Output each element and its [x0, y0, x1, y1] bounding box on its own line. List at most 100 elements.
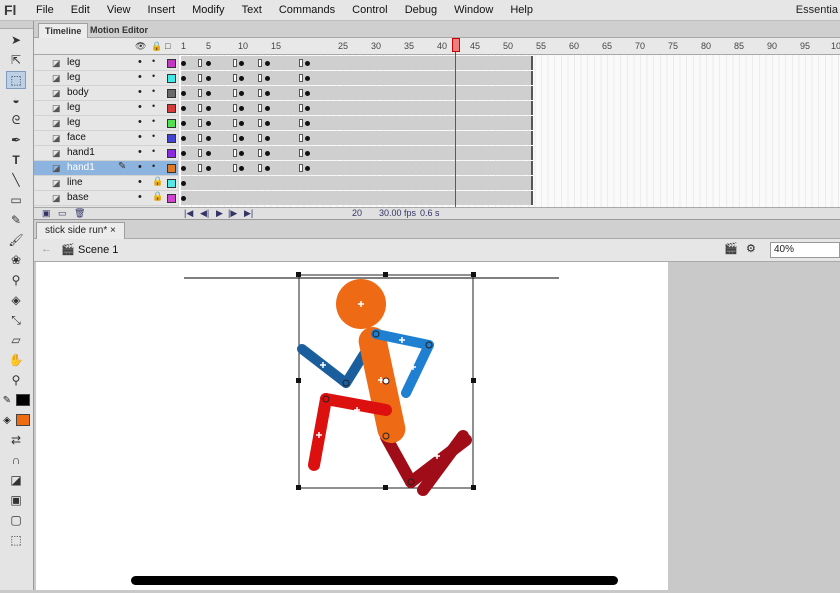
layer-color-swatch[interactable]	[167, 164, 176, 173]
lock-icon[interactable]: 🔒	[151, 41, 162, 52]
layer-color-swatch[interactable]	[167, 194, 176, 203]
keyframe[interactable]	[181, 76, 186, 81]
stage[interactable]	[36, 262, 668, 590]
keyframe[interactable]	[181, 121, 186, 126]
keyframe[interactable]	[305, 91, 310, 96]
keyframe[interactable]	[305, 61, 310, 66]
keyframe[interactable]	[305, 166, 310, 171]
bone-tool-icon[interactable]: ⚲	[6, 271, 26, 289]
layer-color-swatch[interactable]	[167, 179, 176, 188]
visibility-dot[interactable]: •	[138, 131, 142, 143]
delete-layer-icon[interactable]: 🗑	[74, 208, 85, 219]
rectangle-tool-icon[interactable]: ▭	[6, 191, 26, 209]
pen-tool-icon[interactable]: ✒	[6, 131, 26, 149]
menu-file[interactable]: File	[36, 4, 54, 16]
keyframe[interactable]	[206, 121, 211, 126]
keyframe[interactable]	[265, 61, 270, 66]
layer-row[interactable]: ◪ face • •	[34, 131, 178, 146]
keyframe[interactable]	[239, 166, 244, 171]
visibility-dot[interactable]: •	[138, 191, 142, 203]
lock-dot[interactable]: •	[152, 161, 155, 171]
frame-span[interactable]	[181, 191, 533, 205]
frame-span[interactable]	[181, 116, 533, 130]
keyframe[interactable]	[239, 121, 244, 126]
visibility-dot[interactable]: •	[138, 86, 142, 98]
edit-symbols-icon[interactable]: ⚙	[746, 242, 756, 255]
keyframe[interactable]	[206, 166, 211, 171]
visibility-dot[interactable]: •	[138, 161, 142, 173]
keyframe[interactable]	[239, 151, 244, 156]
smooth-icon[interactable]: ◪	[6, 471, 26, 489]
eye-icon[interactable]: 👁	[135, 41, 146, 52]
layer-row[interactable]: ◪ hand1 • •	[34, 146, 178, 161]
keyframe[interactable]	[305, 151, 310, 156]
layer-color-swatch[interactable]	[167, 104, 176, 113]
frame-span[interactable]	[181, 146, 533, 160]
visibility-dot[interactable]: •	[138, 116, 142, 128]
layer-row[interactable]: ◪ leg • •	[34, 71, 178, 86]
keyframe[interactable]	[181, 151, 186, 156]
layer-row-selected[interactable]: ◪ hand1 ✎ • •	[34, 161, 178, 176]
menu-debug[interactable]: Debug	[405, 4, 437, 16]
edit-scene-icon[interactable]: 🎬	[724, 242, 738, 255]
stroke-color-swatch[interactable]	[16, 394, 30, 406]
keyframe[interactable]	[239, 61, 244, 66]
3d-rotation-tool-icon[interactable]: ◒	[6, 91, 26, 109]
frame-span[interactable]	[181, 131, 533, 145]
menu-insert[interactable]: Insert	[148, 4, 176, 16]
keyframe[interactable]	[206, 76, 211, 81]
layer-color-swatch[interactable]	[167, 89, 176, 98]
menu-edit[interactable]: Edit	[71, 4, 90, 16]
eyedropper-tool-icon[interactable]: ⤡	[6, 311, 26, 329]
visibility-dot[interactable]: •	[138, 71, 142, 83]
keyframe[interactable]	[239, 136, 244, 141]
go-to-first-frame-icon[interactable]: |◀	[184, 208, 193, 219]
keyframe[interactable]	[305, 121, 310, 126]
keyframe[interactable]	[206, 91, 211, 96]
swap-colors-icon[interactable]: ⇄	[6, 431, 26, 449]
fill-color-swatch[interactable]	[16, 414, 30, 426]
keyframe[interactable]	[305, 76, 310, 81]
keyframe[interactable]	[265, 106, 270, 111]
scene-label[interactable]: Scene 1	[78, 244, 118, 256]
visibility-dot[interactable]: •	[138, 101, 142, 113]
frame-grid[interactable]	[179, 38, 840, 207]
lasso-tool-icon[interactable]: ᘓ	[6, 111, 26, 129]
new-folder-icon[interactable]: ▭	[58, 208, 67, 219]
lock-dot[interactable]: •	[152, 116, 155, 126]
workspace-switcher[interactable]: Essentia	[796, 4, 838, 16]
keyframe[interactable]	[239, 91, 244, 96]
layer-row[interactable]: ◪ leg • •	[34, 101, 178, 116]
close-icon[interactable]: ×	[110, 225, 116, 236]
keyframe[interactable]	[239, 76, 244, 81]
lock-icon[interactable]: 🔒	[152, 191, 163, 202]
lock-icon[interactable]: 🔒	[152, 176, 163, 187]
document-tab[interactable]: stick side run* ×	[36, 222, 125, 239]
keyframe[interactable]	[239, 106, 244, 111]
lock-dot[interactable]: •	[152, 86, 155, 96]
keyframe[interactable]	[181, 61, 186, 66]
outline-icon[interactable]: □	[165, 41, 170, 51]
menu-commands[interactable]: Commands	[279, 4, 335, 16]
frame-span[interactable]	[181, 176, 533, 190]
keyframe[interactable]	[181, 136, 186, 141]
playhead[interactable]	[452, 38, 460, 208]
layer-color-swatch[interactable]	[167, 149, 176, 158]
menu-help[interactable]: Help	[510, 4, 533, 16]
layer-color-swatch[interactable]	[167, 74, 176, 83]
menu-modify[interactable]: Modify	[192, 4, 224, 16]
keyframe[interactable]	[181, 181, 186, 186]
frame-span[interactable]	[181, 56, 533, 70]
tab-timeline[interactable]: Timeline	[38, 23, 89, 38]
menu-control[interactable]: Control	[352, 4, 387, 16]
keyframe[interactable]	[181, 196, 186, 201]
straighten-icon[interactable]: ▣	[6, 491, 26, 509]
fps-readout[interactable]: 30.00 fps	[379, 208, 416, 218]
layer-row[interactable]: ◪ leg • •	[34, 56, 178, 71]
lock-dot[interactable]: •	[152, 131, 155, 141]
snap-to-objects-icon[interactable]: ∩	[6, 451, 26, 469]
current-frame-readout[interactable]: 20	[352, 208, 362, 218]
text-tool-icon[interactable]: T	[6, 151, 26, 169]
keyframe[interactable]	[265, 91, 270, 96]
keyframe[interactable]	[265, 76, 270, 81]
